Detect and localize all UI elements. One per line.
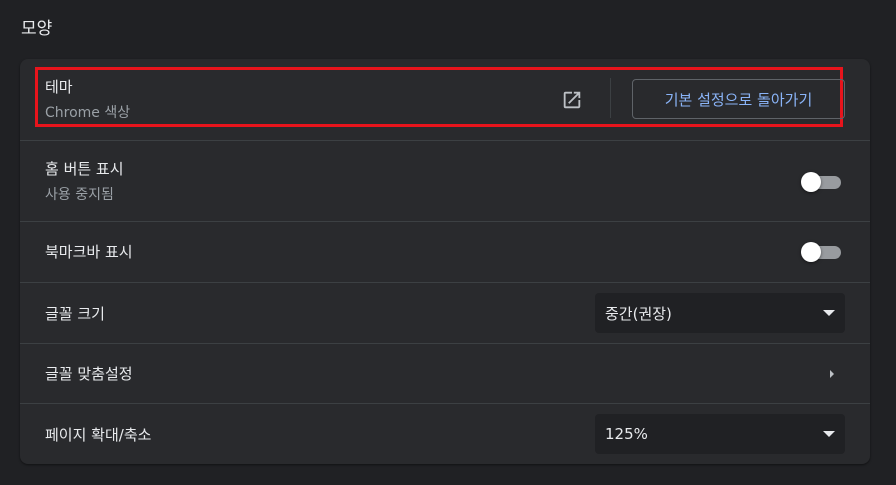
home-button-toggle[interactable] — [801, 172, 842, 192]
page-zoom-label: 페이지 확대/축소 — [45, 426, 152, 444]
toggle-knob — [801, 172, 821, 192]
toggle-knob — [801, 242, 821, 262]
page-zoom-row: 페이지 확대/축소 125% — [20, 403, 870, 464]
font-size-value: 중간(권장) — [605, 304, 672, 323]
home-button-sublabel: 사용 중지됨 — [45, 187, 114, 203]
page-zoom-value: 125% — [605, 425, 648, 443]
open-in-new-icon[interactable] — [561, 89, 583, 111]
bookmarks-bar-toggle[interactable] — [801, 242, 842, 262]
vertical-divider — [610, 78, 611, 118]
customize-fonts-label: 글꼴 맞춤설정 — [45, 365, 133, 383]
page-zoom-select[interactable]: 125% — [595, 414, 845, 454]
reset-theme-button[interactable]: 기본 설정으로 돌아가기 — [632, 79, 845, 119]
theme-label: 테마 — [45, 78, 73, 96]
dropdown-arrow-icon — [823, 431, 835, 437]
theme-row[interactable]: 테마 Chrome 색상 기본 설정으로 돌아가기 — [20, 59, 870, 140]
section-title: 모양 — [21, 19, 53, 39]
font-size-select[interactable]: 중간(권장) — [595, 293, 845, 333]
bookmarks-bar-row[interactable]: 북마크바 표시 — [20, 221, 870, 282]
bookmarks-bar-label: 북마크바 표시 — [45, 243, 133, 261]
home-button-row[interactable]: 홈 버튼 표시 사용 중지됨 — [20, 140, 870, 221]
customize-fonts-row[interactable]: 글꼴 맞춤설정 — [20, 343, 870, 403]
theme-sublabel: Chrome 색상 — [45, 105, 131, 121]
appearance-card: 테마 Chrome 색상 기본 설정으로 돌아가기 홈 버튼 표시 사용 중지됨… — [20, 59, 870, 464]
font-size-row: 글꼴 크기 중간(권장) — [20, 282, 870, 343]
chevron-right-icon — [830, 370, 834, 378]
home-button-label: 홈 버튼 표시 — [45, 160, 124, 178]
dropdown-arrow-icon — [823, 310, 835, 316]
font-size-label: 글꼴 크기 — [45, 305, 105, 323]
